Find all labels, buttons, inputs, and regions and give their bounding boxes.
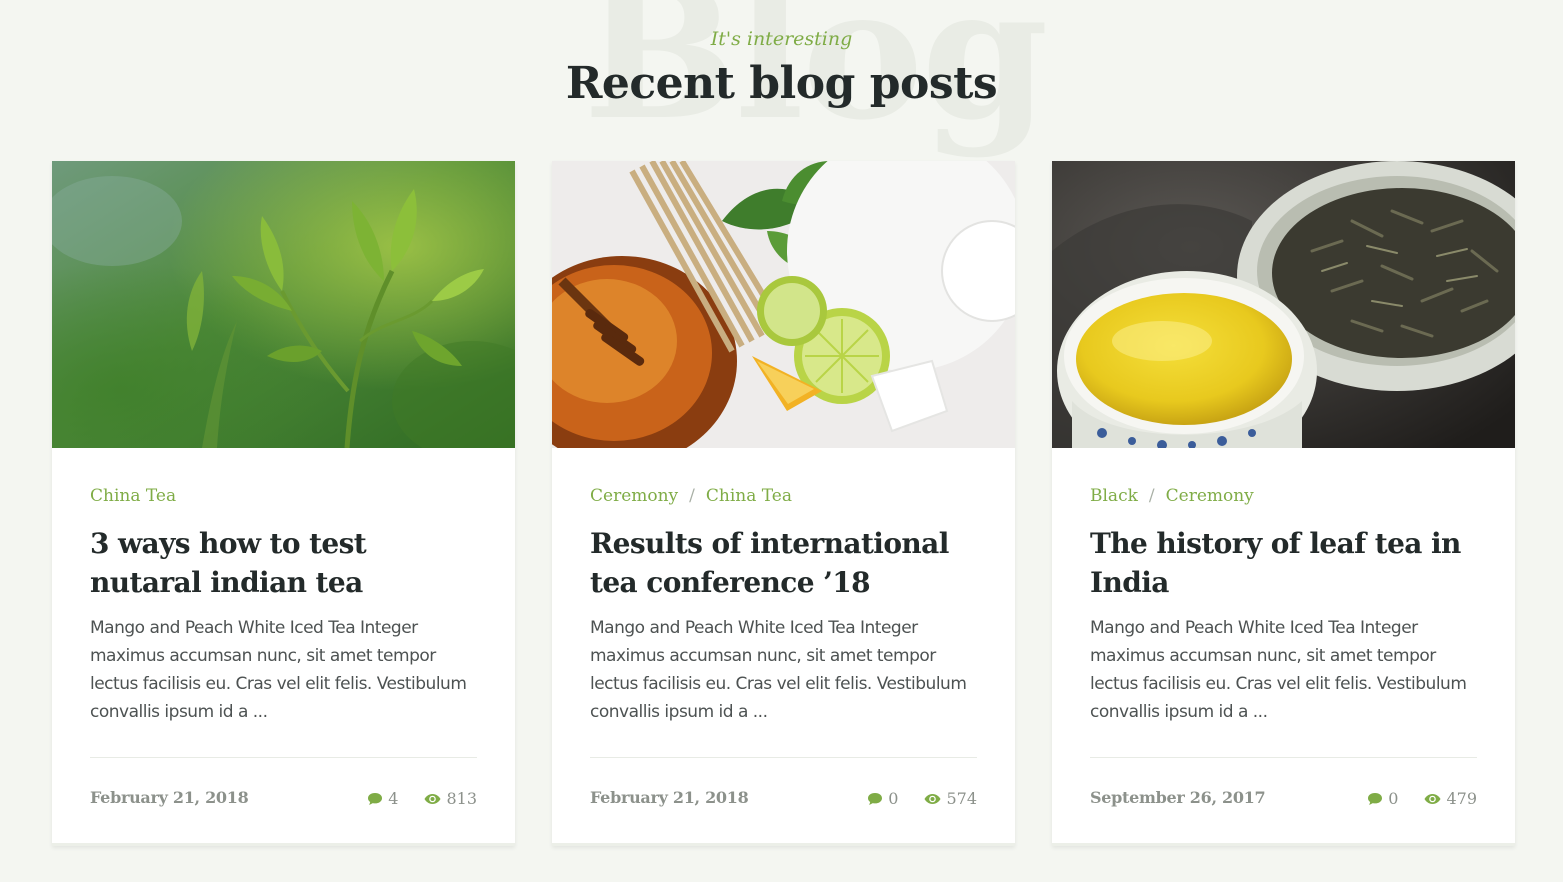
post-excerpt: Mango and Peach White Iced Tea Integer m… — [90, 618, 467, 722]
comment-icon — [1368, 792, 1383, 805]
section-kicker: It's interesting — [710, 28, 853, 50]
post-date: February 21, 2018 — [590, 788, 749, 807]
comment-count[interactable]: 4 — [367, 789, 398, 808]
post-title[interactable]: Results of international tea conference … — [590, 524, 977, 602]
view-count: 479 — [1424, 789, 1477, 808]
post-categories: Black / Ceremony — [1090, 486, 1254, 506]
card-divider — [590, 757, 977, 758]
comment-count[interactable]: 0 — [1367, 789, 1398, 808]
blog-post-card: Ceremony / China Tea Results of internatio… — [552, 161, 1015, 846]
comment-count-value: 0 — [1388, 789, 1399, 808]
eye-icon — [1424, 793, 1441, 804]
view-count-value: 813 — [446, 789, 477, 808]
post-excerpt: Mango and Peach White Iced Tea Integer m… — [1090, 618, 1467, 722]
category-separator: / — [689, 486, 695, 506]
category-link[interactable]: China Tea — [90, 486, 176, 506]
post-image-honey-lime-mint[interactable] — [552, 161, 1015, 448]
post-title[interactable]: 3 ways how to test nutaral indian tea — [90, 524, 477, 602]
post-stats: 0 574 — [867, 789, 977, 808]
category-link[interactable]: Black — [1090, 486, 1138, 506]
card-divider — [90, 757, 477, 758]
post-date: September 26, 2017 — [1090, 788, 1266, 807]
comment-icon — [368, 792, 383, 805]
category-separator: / — [1148, 486, 1155, 506]
post-image-tea-sprout[interactable] — [52, 161, 515, 448]
card-divider — [1090, 757, 1477, 758]
section-title: Recent blog posts — [565, 58, 998, 109]
category-link[interactable]: Ceremony — [590, 486, 678, 506]
view-count-value: 574 — [946, 789, 977, 808]
comment-count[interactable]: 0 — [867, 789, 898, 808]
comment-icon — [868, 792, 883, 805]
category-link[interactable]: China Tea — [706, 486, 792, 506]
post-excerpt: Mango and Peach White Iced Tea Integer m… — [590, 618, 967, 722]
view-count-value: 479 — [1446, 789, 1477, 808]
view-count: 813 — [424, 789, 477, 808]
post-categories: Ceremony / China Tea — [590, 486, 792, 506]
post-categories: China Tea — [90, 486, 176, 506]
eye-icon — [424, 793, 441, 804]
view-count: 574 — [924, 789, 977, 808]
post-image-tea-cups[interactable] — [1052, 161, 1515, 448]
post-date: February 21, 2018 — [90, 788, 249, 807]
post-stats: 0 479 — [1367, 789, 1477, 808]
comment-count-value: 0 — [888, 789, 899, 808]
blog-post-card: China Tea 3 ways how to test nutaral ind… — [52, 161, 515, 846]
post-title[interactable]: The history of leaf tea in India — [1090, 524, 1477, 602]
blog-post-card: Black / Ceremony The history of leaf tea i… — [1052, 161, 1515, 846]
category-link[interactable]: Ceremony — [1166, 486, 1254, 506]
post-stats: 4 813 — [367, 789, 477, 808]
eye-icon — [924, 793, 941, 804]
comment-count-value: 4 — [388, 789, 399, 808]
